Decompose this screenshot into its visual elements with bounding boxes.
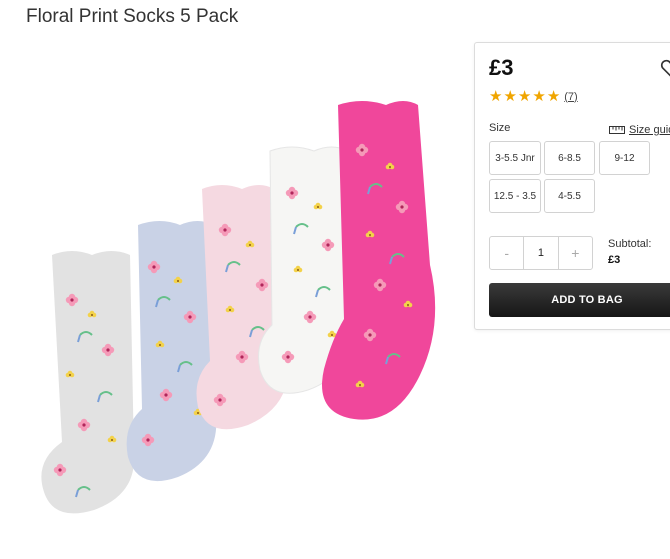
decrease-quantity-button[interactable]: -	[490, 237, 523, 269]
star-icon: ★	[532, 88, 546, 105]
sock-grey	[41, 251, 135, 514]
purchase-panel: £3 ★ ★ ★ ★ ★ (7) Size Size guide 3-5.5 J…	[474, 42, 670, 330]
star-icon: ★	[489, 88, 503, 105]
increase-quantity-button[interactable]: +	[559, 237, 592, 269]
star-icon: ★	[546, 88, 561, 105]
ruler-icon	[609, 126, 625, 134]
star-icon: ★	[517, 88, 532, 105]
size-option[interactable]: 12.5 - 3.5	[489, 179, 541, 213]
price: £3	[489, 55, 514, 80]
size-option[interactable]: 3-5.5 Jnr	[489, 141, 541, 175]
size-guide-link[interactable]: Size guide	[609, 124, 670, 136]
review-count-link[interactable]: (7)	[564, 91, 577, 103]
subtotal-value: £3	[608, 254, 621, 266]
quantity-stepper: - 1 +	[489, 236, 593, 270]
size-label: Size	[489, 122, 511, 134]
rating[interactable]: ★ ★ ★ ★ ★ (7)	[489, 89, 578, 104]
sock-blue	[126, 221, 217, 482]
subtotal-label: Subtotal:	[608, 238, 652, 250]
product-image	[41, 101, 436, 514]
page-title: Floral Print Socks 5 Pack	[26, 6, 239, 27]
size-option[interactable]: 6-8.5	[544, 141, 595, 175]
quantity-value[interactable]: 1	[523, 237, 559, 269]
add-to-bag-button[interactable]: ADD TO BAG	[489, 283, 670, 317]
heart-icon[interactable]	[659, 57, 670, 79]
size-guide-label: Size guide	[629, 124, 670, 136]
size-option[interactable]: 4-5.5	[544, 179, 595, 213]
size-option[interactable]: 9-12	[599, 141, 650, 175]
star-icon: ★	[503, 88, 517, 105]
